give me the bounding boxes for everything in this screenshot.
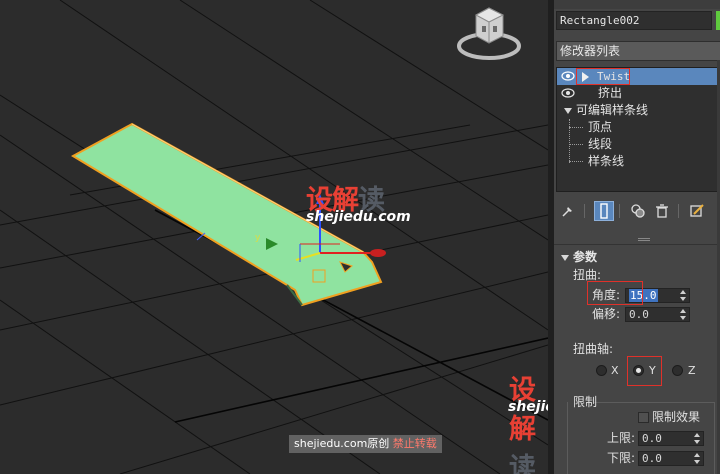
spinner-arrows-icon[interactable] — [694, 453, 700, 464]
stack-item-label: 样条线 — [588, 154, 625, 168]
highlight-box — [576, 68, 630, 85]
trash-icon — [656, 204, 668, 218]
eye-icon[interactable] — [561, 88, 575, 98]
limits-group-label: 限制 — [573, 395, 598, 409]
lower-limit-label: 下限: — [607, 451, 636, 465]
stack-subitem-vertex[interactable]: 顶点 — [557, 119, 720, 136]
collapse-arrow-icon[interactable] — [564, 108, 572, 114]
parameters-rollout-header[interactable]: 参数 — [559, 249, 597, 265]
axis-x-radio[interactable] — [596, 365, 607, 376]
stack-toolbar — [554, 198, 720, 224]
watermark-url: shejiedu.com — [306, 209, 411, 225]
object-color-swatch[interactable] — [716, 11, 720, 30]
collapse-arrow-icon — [561, 255, 569, 261]
stack-item-label: 挤出 — [598, 86, 623, 100]
stack-item-twist[interactable]: Twist — [557, 68, 720, 85]
stack-subitem-spline[interactable]: 样条线 — [557, 153, 720, 170]
make-unique-button[interactable] — [628, 201, 648, 221]
bias-label: 偏移: — [592, 307, 621, 321]
stack-item-label: 顶点 — [588, 120, 613, 134]
highlight-box — [627, 356, 662, 386]
stack-item-extrude[interactable]: 挤出 — [557, 85, 720, 102]
rollout-resize-grip[interactable] — [638, 238, 650, 241]
upper-limit-label: 上限: — [607, 431, 636, 445]
make-unique-icon — [631, 204, 645, 218]
show-end-result-icon — [600, 203, 608, 219]
stack-item-editable-spline[interactable]: 可编辑样条线 — [557, 102, 720, 119]
panel-tabs-strip[interactable] — [554, 0, 720, 9]
bias-spinner[interactable]: 0.0 — [625, 307, 690, 322]
configure-modifier-sets-button[interactable] — [687, 201, 707, 221]
configure-icon — [690, 204, 704, 217]
remove-modifier-button[interactable] — [652, 201, 672, 221]
lower-limit-spinner[interactable]: 0.0 — [638, 451, 704, 466]
limit-effect-checkbox[interactable] — [638, 412, 649, 423]
rollout-title: 参数 — [573, 250, 598, 264]
stack-item-label: 线段 — [588, 137, 613, 151]
bias-value[interactable]: 0.0 — [629, 308, 649, 321]
eye-icon[interactable] — [561, 71, 575, 81]
axis-z-label: Z — [688, 364, 696, 377]
modify-command-panel: Rectangle002 修改器列表 Twist 挤出 可编辑样条线 顶点 线段 — [554, 0, 720, 474]
spinner-arrows-icon[interactable] — [680, 290, 686, 301]
pin-stack-button[interactable] — [558, 201, 578, 221]
modifier-stack: Twist 挤出 可编辑样条线 顶点 线段 样条线 — [556, 67, 720, 192]
viewcube-icon[interactable] — [452, 2, 526, 62]
stack-subitem-segment[interactable]: 线段 — [557, 136, 720, 153]
highlight-box — [587, 281, 643, 305]
twist-axis-label: 扭曲轴: — [573, 342, 614, 356]
show-end-result-button[interactable] — [594, 201, 614, 221]
limit-effect-label: 限制效果 — [652, 410, 701, 424]
svg-text:y: y — [255, 233, 261, 243]
watermark-url-2: shejiedu.com — [508, 399, 548, 415]
object-name-field[interactable]: Rectangle002 — [556, 11, 712, 30]
scene-canvas[interactable]: y — [0, 0, 548, 474]
watermark-logo-2: 设解读 — [509, 375, 536, 474]
upper-limit-spinner[interactable]: 0.0 — [638, 431, 704, 446]
pin-icon — [562, 207, 572, 217]
copyright-footer: shejiedu.com原创 禁止转载 — [289, 435, 442, 453]
lower-limit-value[interactable]: 0.0 — [642, 452, 662, 465]
spinner-arrows-icon[interactable] — [680, 309, 686, 320]
upper-limit-value[interactable]: 0.0 — [642, 432, 662, 445]
spinner-arrows-icon[interactable] — [694, 433, 700, 444]
axis-x-label: X — [611, 364, 619, 377]
axis-z-radio[interactable] — [672, 365, 683, 376]
perspective-viewport[interactable]: y 设解读 shejiedu.com 设解读 shejiedu.com shej… — [0, 0, 548, 474]
modifier-list-dropdown[interactable]: 修改器列表 — [556, 41, 720, 61]
stack-item-label: 可编辑样条线 — [576, 103, 649, 117]
